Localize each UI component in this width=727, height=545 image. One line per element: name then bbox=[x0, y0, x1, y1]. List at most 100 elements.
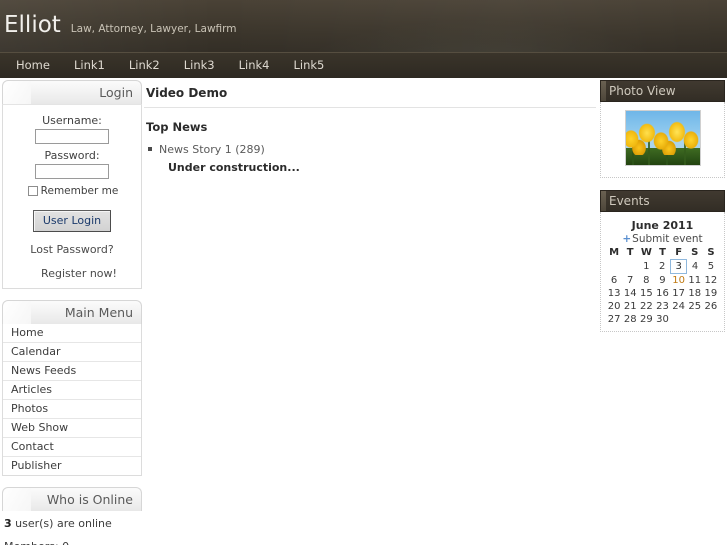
right-sidebar: Photo View Events June 2011 +Submit even… bbox=[600, 80, 725, 344]
tulips-photo[interactable] bbox=[624, 110, 701, 166]
top-news-heading: Top News bbox=[146, 120, 208, 134]
nav-item-link1[interactable]: Link1 bbox=[62, 53, 117, 78]
events-title: Events bbox=[600, 190, 725, 212]
left-sidebar: Login Username: Password: Remember me Us… bbox=[2, 80, 142, 545]
calendar-day-12[interactable]: 12 bbox=[703, 274, 719, 288]
calendar-day-3[interactable]: 3 bbox=[670, 259, 688, 274]
calendar-day-23[interactable]: 23 bbox=[654, 300, 670, 313]
news-story-link[interactable]: News Story 1 (289) bbox=[159, 143, 265, 156]
site-header: Elliot Law, Attorney, Lawyer, Lawfirm bbox=[0, 0, 727, 52]
calendar-day-30[interactable]: 30 bbox=[654, 313, 670, 326]
nav-item-link2[interactable]: Link2 bbox=[117, 53, 172, 78]
calendar-day-20[interactable]: 20 bbox=[606, 300, 622, 313]
calendar-day-2[interactable]: 2 bbox=[654, 260, 670, 274]
site-tagline: Law, Attorney, Lawyer, Lawfirm bbox=[70, 23, 237, 35]
brand: Elliot Law, Attorney, Lawyer, Lawfirm bbox=[4, 14, 237, 37]
top-news-block: Top News News Story 1 (289) Under constr… bbox=[144, 108, 596, 174]
plus-icon: + bbox=[622, 233, 632, 245]
calendar-day-26[interactable]: 26 bbox=[703, 300, 719, 313]
calendar-week-row: 13 14 15 16 17 18 19 bbox=[606, 287, 719, 300]
nav-item-link4[interactable]: Link4 bbox=[227, 53, 282, 78]
sidebar-item-articles[interactable]: Articles bbox=[3, 381, 141, 400]
calendar-day-25[interactable]: 25 bbox=[687, 300, 703, 313]
news-story-subtitle: Under construction... bbox=[168, 161, 300, 174]
calendar-month-label: June 2011 bbox=[631, 219, 694, 232]
calendar-day-4[interactable]: 4 bbox=[687, 260, 703, 274]
calendar-week-row: 6 7 8 9 10 11 12 bbox=[606, 274, 719, 288]
sidebar-item-web-show[interactable]: Web Show bbox=[3, 419, 141, 438]
calendar-day-14[interactable]: 14 bbox=[622, 287, 638, 300]
main-navigation: Home Link1 Link2 Link3 Link4 Link5 bbox=[0, 52, 727, 78]
login-module-title: Login bbox=[2, 80, 142, 104]
weekday-fri: F bbox=[675, 247, 683, 258]
calendar-day-24[interactable]: 24 bbox=[671, 300, 687, 313]
calendar-weekday-row: M T W T F S S bbox=[606, 247, 719, 260]
page-body: Login Username: Password: Remember me Us… bbox=[0, 78, 727, 545]
calendar-day-13[interactable]: 13 bbox=[606, 287, 622, 300]
weekday-sat: S bbox=[691, 247, 699, 259]
sidebar-item-news-feeds[interactable]: News Feeds bbox=[3, 362, 141, 381]
username-input[interactable] bbox=[35, 129, 109, 144]
list-item: News Story 1 (289) Under construction... bbox=[146, 143, 594, 174]
calendar-day-1[interactable]: 1 bbox=[638, 260, 654, 274]
calendar-day-empty bbox=[671, 313, 687, 326]
online-count-line: 3 user(s) are online bbox=[4, 517, 140, 530]
submit-event-row: +Submit event bbox=[606, 233, 719, 247]
who-is-online-module: Who is Online 3 user(s) are online Membe… bbox=[2, 487, 142, 545]
login-module-body: Username: Password: Remember me User Log… bbox=[2, 104, 142, 289]
online-count-number: 3 bbox=[4, 517, 12, 530]
main-content: Video Demo Top News News Story 1 (289) U… bbox=[144, 80, 596, 174]
calendar-day-empty bbox=[606, 260, 622, 274]
lost-password-link[interactable]: Lost Password? bbox=[9, 243, 135, 256]
password-input[interactable] bbox=[35, 164, 109, 179]
members-count: Members: 0 bbox=[4, 540, 140, 545]
nav-item-home[interactable]: Home bbox=[4, 53, 62, 78]
sidebar-item-home[interactable]: Home bbox=[3, 324, 141, 343]
calendar-day-21[interactable]: 21 bbox=[622, 300, 638, 313]
photo-view-module: Photo View bbox=[600, 80, 725, 178]
calendar-day-18[interactable]: 18 bbox=[687, 287, 703, 300]
calendar-day-17[interactable]: 17 bbox=[671, 287, 687, 300]
sidebar-item-contact[interactable]: Contact bbox=[3, 438, 141, 457]
page-title: Video Demo bbox=[146, 86, 228, 100]
calendar-day-9[interactable]: 9 bbox=[654, 274, 670, 288]
calendar-day-29[interactable]: 29 bbox=[638, 313, 654, 326]
remember-me-label: Remember me bbox=[40, 185, 119, 197]
password-label: Password: bbox=[44, 149, 100, 162]
main-menu-title: Main Menu bbox=[2, 300, 142, 324]
calendar-week-row: 12345 bbox=[606, 259, 719, 274]
calendar-day-10[interactable]: 10 bbox=[671, 274, 687, 288]
calendar-day-16[interactable]: 16 bbox=[654, 287, 670, 300]
calendar-day-15[interactable]: 15 bbox=[638, 287, 654, 300]
user-login-button[interactable]: User Login bbox=[32, 210, 112, 232]
calendar-day-28[interactable]: 28 bbox=[622, 313, 638, 326]
calendar-day-empty bbox=[622, 260, 638, 274]
online-count-text: user(s) are online bbox=[11, 517, 112, 530]
calendar-day-6[interactable]: 6 bbox=[606, 274, 622, 288]
sidebar-item-calendar[interactable]: Calendar bbox=[3, 343, 141, 362]
nav-item-link3[interactable]: Link3 bbox=[172, 53, 227, 78]
calendar-day-19[interactable]: 19 bbox=[703, 287, 719, 300]
sidebar-item-photos[interactable]: Photos bbox=[3, 400, 141, 419]
events-body: June 2011 +Submit event M T W T F S S 1 … bbox=[600, 212, 725, 332]
calendar-day-11[interactable]: 11 bbox=[687, 274, 703, 288]
nav-item-link5[interactable]: Link5 bbox=[281, 53, 336, 78]
calendar-day-5[interactable]: 5 bbox=[703, 260, 719, 274]
photo-view-body bbox=[600, 102, 725, 178]
site-title: Elliot bbox=[4, 12, 61, 38]
calendar-day-8[interactable]: 8 bbox=[638, 274, 654, 288]
username-label: Username: bbox=[42, 114, 102, 127]
events-module: Events June 2011 +Submit event M T W T F bbox=[600, 190, 725, 332]
bullet-icon bbox=[148, 147, 152, 151]
remember-me-checkbox[interactable] bbox=[27, 186, 38, 196]
weekday-thu: T bbox=[659, 247, 666, 259]
calendar-week-row: 20 21 22 23 24 25 26 bbox=[606, 300, 719, 313]
register-now-link[interactable]: Register now! bbox=[9, 267, 135, 280]
submit-event-link[interactable]: Submit event bbox=[632, 233, 703, 245]
calendar-day-27[interactable]: 27 bbox=[606, 313, 622, 326]
calendar-day-22[interactable]: 22 bbox=[638, 300, 654, 313]
remember-me-row[interactable]: Remember me bbox=[9, 185, 135, 197]
calendar-day-7[interactable]: 7 bbox=[622, 274, 638, 288]
who-is-online-title: Who is Online bbox=[2, 487, 142, 511]
sidebar-item-publisher[interactable]: Publisher bbox=[3, 457, 141, 475]
